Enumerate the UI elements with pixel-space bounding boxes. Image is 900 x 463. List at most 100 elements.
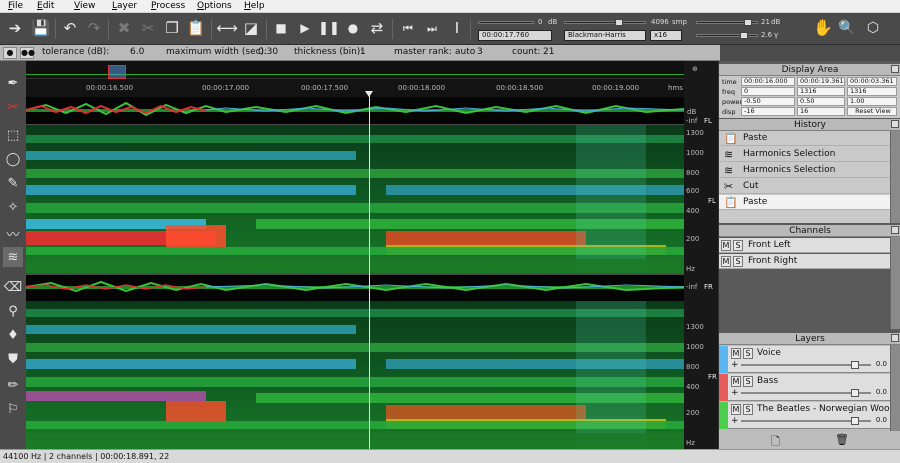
cut-icon[interactable]: ✂ [137, 17, 159, 39]
gamma-slider[interactable] [696, 34, 758, 37]
count-input[interactable]: 21 [543, 47, 554, 57]
channel-row-front-left[interactable]: M S Front Left [719, 238, 890, 253]
history-item[interactable]: 📋 Paste [719, 131, 890, 146]
da-time-end[interactable]: 00:00:19.361 [797, 77, 845, 86]
fft-size-slider[interactable] [564, 21, 646, 24]
close-icon[interactable] [891, 334, 899, 342]
skip-start-icon[interactable]: ⏮ [397, 17, 419, 39]
layer-gain-knob[interactable] [851, 417, 860, 425]
undo-icon[interactable]: ↶ [59, 17, 81, 39]
oversample-select[interactable]: x16 [650, 30, 682, 41]
layers-scrollbar[interactable] [890, 345, 900, 431]
record-icon[interactable]: ● [342, 17, 364, 39]
da-disp-start[interactable]: -16 [741, 107, 795, 116]
close-icon[interactable] [891, 65, 899, 73]
skip-end-icon[interactable]: ⏭ [421, 17, 443, 39]
da-power-end[interactable]: 0.50 [797, 97, 845, 106]
mute-button[interactable]: M [731, 348, 741, 359]
multi-harmonic-icon[interactable]: ●● [20, 47, 35, 59]
tolerance-input[interactable]: 6.0 [130, 47, 144, 57]
single-harmonic-icon[interactable]: ● [3, 47, 17, 59]
loop-icon[interactable]: ⇄ [366, 17, 388, 39]
add-icon[interactable]: + [731, 388, 739, 398]
channels-scrollbar[interactable] [890, 237, 900, 329]
waveform-channel-2[interactable] [25, 275, 685, 301]
mute-button[interactable]: M [721, 240, 731, 251]
lasso-icon[interactable]: ◯ [3, 149, 23, 169]
da-time-length[interactable]: 00:00:03.361 [847, 77, 897, 86]
add-icon[interactable]: + [731, 360, 739, 370]
solo-button[interactable]: S [743, 348, 753, 359]
axis-zoom-icon[interactable]: ⊕ [692, 65, 698, 73]
layer-row-song[interactable]: M S The Beatles - Norwegian Wood (This +… [719, 402, 890, 429]
waveform-channel-1[interactable] [25, 97, 685, 124]
harmonics-select-icon[interactable]: ≋ [3, 247, 23, 267]
smudge-icon[interactable]: ⚐ [3, 399, 23, 419]
solo-button[interactable]: S [743, 376, 753, 387]
history-item[interactable]: ≋ Harmonics Selection [719, 163, 890, 178]
menu-help[interactable]: Help [244, 0, 265, 13]
layer-gain-knob[interactable] [851, 389, 860, 397]
trash-icon[interactable]: 🗑 [835, 433, 849, 446]
zoom-tool-icon[interactable]: ⚲ [3, 301, 23, 321]
zoom-horizontal-icon[interactable]: ⟷ [216, 17, 238, 39]
da-freq-range[interactable]: 1316 [847, 87, 897, 96]
menu-layer[interactable]: Layer [112, 0, 137, 13]
spectrogram-channel-2[interactable] [26, 301, 684, 449]
spectrogram-channel-1[interactable] [26, 125, 684, 273]
amplitude-icon[interactable]: ♦ [3, 325, 23, 345]
menu-view[interactable]: View [74, 0, 95, 13]
max-width-input[interactable]: 0.30 [258, 47, 278, 57]
mute-button[interactable]: M [731, 404, 741, 415]
solo-button[interactable]: S [733, 240, 743, 251]
channel-row-front-right[interactable]: M S Front Right [719, 254, 890, 269]
eyedropper-icon[interactable]: ✒ [3, 73, 23, 93]
layer-row-bass[interactable]: M S Bass + 0.0 [719, 374, 890, 401]
solo-button[interactable]: S [733, 256, 743, 267]
save-icon[interactable]: 💾 [30, 17, 52, 39]
history-scrollbar[interactable] [890, 131, 900, 223]
zoom-fit-icon[interactable]: ◪ [240, 17, 262, 39]
gamma-knob[interactable] [740, 32, 748, 39]
fft-size-knob[interactable] [615, 19, 623, 26]
delete-icon[interactable]: ✖ [113, 17, 135, 39]
import-icon[interactable]: ➔ [4, 17, 26, 39]
db-range-knob[interactable] [744, 19, 752, 26]
close-icon[interactable] [891, 226, 899, 234]
thickness-input[interactable]: 1 [360, 47, 366, 57]
overview-viewport[interactable] [108, 65, 126, 79]
window-select[interactable]: Blackman-Harris [564, 30, 646, 41]
playback-position-slider[interactable] [478, 21, 534, 24]
da-freq-end[interactable]: 1316 [797, 87, 845, 96]
time-ruler[interactable]: 00:00:16.500 00:00:17.000 00:00:17.500 0… [26, 79, 684, 97]
text-cursor-icon[interactable]: I [446, 17, 468, 39]
playhead-line[interactable] [369, 92, 370, 449]
solo-button[interactable]: S [743, 404, 753, 415]
history-item[interactable]: ✂ Cut [719, 179, 890, 194]
da-power-range[interactable]: 1.00 [847, 97, 897, 106]
history-item-selected[interactable]: 📋 Paste [719, 195, 890, 210]
menu-edit[interactable]: Edit [37, 0, 54, 13]
layer-gain-knob[interactable] [851, 361, 860, 369]
brush-select-icon[interactable]: ✎ [3, 173, 23, 193]
layer-row-voice[interactable]: M S Voice + 0.0 [719, 346, 890, 373]
menu-process[interactable]: Process [151, 0, 185, 13]
add-icon[interactable]: + [731, 416, 739, 426]
3d-view-icon[interactable]: ⬡ [862, 17, 884, 39]
hand-icon[interactable]: ✋ [812, 17, 834, 39]
scissors-tool-icon[interactable]: ✂ [3, 97, 23, 117]
play-icon[interactable]: ▶ [294, 17, 316, 39]
master-rank-input[interactable]: 3 [477, 47, 483, 57]
harmonic-line-icon[interactable]: 〰 [3, 223, 23, 243]
mute-button[interactable]: M [731, 376, 741, 387]
magnifier-icon[interactable]: 🔍 [836, 17, 858, 39]
stop-icon[interactable]: ■ [270, 17, 292, 39]
paste-icon[interactable]: 📋 [185, 17, 207, 39]
time-field[interactable]: 00:00:17.760 [478, 30, 552, 41]
overview-strip[interactable] [26, 61, 684, 79]
eraser-icon[interactable]: ⌫ [3, 277, 23, 297]
reset-view-button[interactable]: Reset View [847, 107, 897, 116]
copy-icon[interactable]: ❐ [161, 17, 183, 39]
mute-button[interactable]: M [721, 256, 731, 267]
rect-select-icon[interactable]: ⬚ [3, 125, 23, 145]
